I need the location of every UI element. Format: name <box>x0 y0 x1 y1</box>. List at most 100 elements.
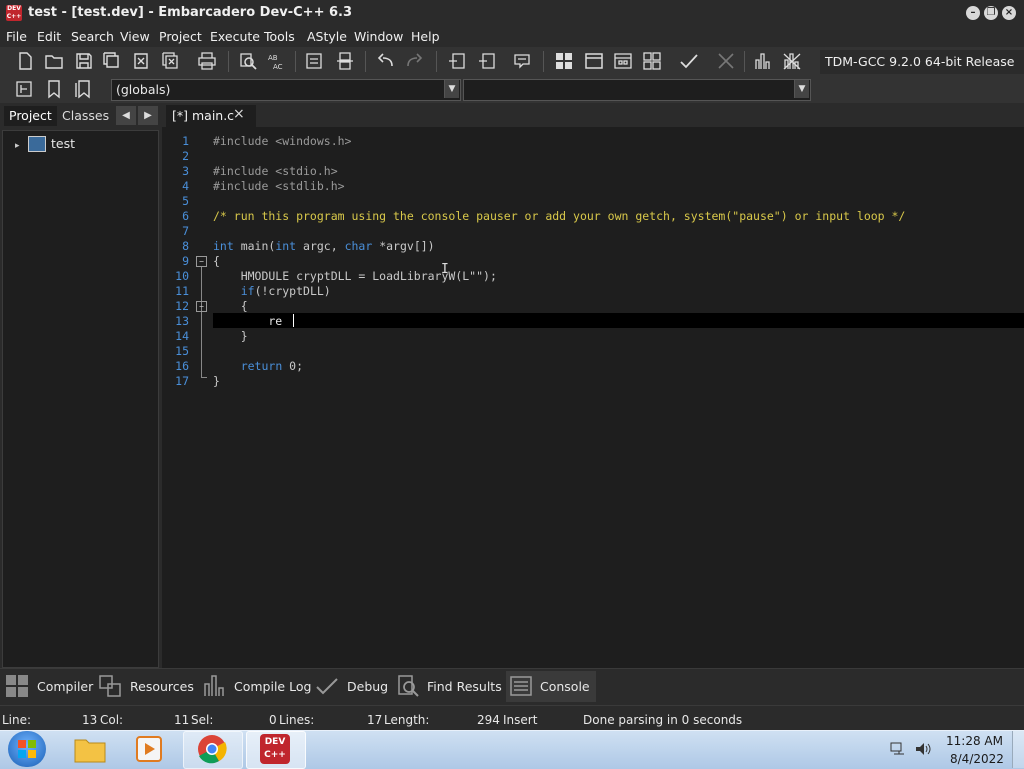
new-file-icon[interactable] <box>15 51 35 71</box>
profile-icon[interactable] <box>753 51 773 71</box>
close-all-icon[interactable] <box>160 51 180 71</box>
members-select[interactable] <box>463 79 811 101</box>
line-number: 9 <box>182 254 189 268</box>
code-line: } <box>213 374 220 388</box>
clock-date[interactable]: 8/4/2022 <box>950 752 1004 766</box>
tab-console[interactable]: Console <box>540 679 590 694</box>
remove-from-project-icon[interactable] <box>477 51 497 71</box>
menu-help[interactable]: Help <box>411 29 440 44</box>
goto-line-icon[interactable] <box>14 79 34 99</box>
code-line: #include <windows.h> <box>213 134 352 148</box>
project-options-icon[interactable] <box>512 51 532 71</box>
toolbar-separator <box>228 51 229 72</box>
line-number: 15 <box>175 344 189 358</box>
chevron-right-icon[interactable]: ▶ <box>138 106 158 125</box>
chevron-down-icon[interactable]: ▼ <box>444 80 459 98</box>
compiler-icon <box>6 675 28 697</box>
add-to-project-icon[interactable] <box>447 51 467 71</box>
save-icon[interactable] <box>74 51 94 71</box>
code-line: { <box>213 299 248 313</box>
tab-compiler[interactable]: Compiler <box>37 679 93 694</box>
window-title: test - [test.dev] - Embarcadero Dev-C++ … <box>28 5 353 20</box>
delete-profile-icon[interactable] <box>782 51 802 71</box>
syntax-check-icon[interactable] <box>679 51 699 71</box>
menu-window[interactable]: Window <box>354 29 403 44</box>
clock-time[interactable]: 11:28 AM <box>946 734 1003 748</box>
unindent-icon[interactable] <box>335 51 355 71</box>
console-icon <box>510 676 532 696</box>
replace-icon[interactable]: AB AC <box>266 51 286 71</box>
tree-expand-icon[interactable]: ▸ <box>15 141 20 151</box>
code-line: } <box>213 329 248 343</box>
indent-icon[interactable] <box>304 51 324 71</box>
undo-icon[interactable] <box>376 51 396 71</box>
code-line: return 0; <box>240 359 304 373</box>
print-icon[interactable] <box>197 51 217 71</box>
tab-debug[interactable]: Debug <box>347 679 388 694</box>
save-all-icon[interactable] <box>102 51 122 71</box>
tab-compile-log[interactable]: Compile Log <box>234 679 311 694</box>
code-line: #include <stdlib.h> <box>213 179 345 193</box>
fold-toggle-icon[interactable]: − <box>196 301 207 312</box>
status-col-value: 11 <box>174 713 190 727</box>
open-folder-icon[interactable] <box>44 51 64 71</box>
tab-find-results[interactable]: Find Results <box>427 679 502 694</box>
network-icon[interactable] <box>890 741 906 757</box>
menu-bar: File Edit Search View Project Execute To… <box>0 26 1024 47</box>
status-mode: Insert <box>503 713 538 727</box>
code-line-current: re <box>213 314 283 328</box>
find-results-icon <box>398 675 419 697</box>
menu-astyle[interactable]: AStyle <box>307 29 347 44</box>
line-number: 12 <box>175 299 189 313</box>
restore-button[interactable]: ❐ <box>984 6 998 20</box>
line-number: 14 <box>175 329 189 343</box>
redo-icon[interactable] <box>404 51 424 71</box>
status-sel-label: Sel: <box>191 713 214 727</box>
line-number: 2 <box>182 149 189 163</box>
tab-project[interactable]: Project <box>4 106 57 126</box>
close-button[interactable]: × <box>1002 6 1016 20</box>
stop-execution-icon[interactable] <box>716 51 736 71</box>
status-message: Done parsing in 0 seconds <box>583 713 743 727</box>
svg-text:AB: AB <box>268 54 278 62</box>
line-number: 1 <box>182 134 189 148</box>
menu-execute[interactable]: Execute <box>210 29 260 44</box>
tab-classes[interactable]: Classes <box>57 106 114 126</box>
menu-view[interactable]: View <box>120 29 150 44</box>
code-line: HMODULE cryptDLL = LoadLibraryW(L""); <box>213 269 497 283</box>
menu-tools[interactable]: Tools <box>264 29 295 44</box>
toolbar-separator <box>295 51 296 72</box>
menu-project[interactable]: Project <box>159 29 202 44</box>
bookmark-icon[interactable] <box>44 79 64 99</box>
line-number: 16 <box>175 359 189 373</box>
compile-icon[interactable] <box>554 51 574 71</box>
minimize-button[interactable]: – <box>966 6 980 20</box>
tab-resources[interactable]: Resources <box>130 679 194 694</box>
media-player-icon <box>136 736 162 762</box>
run-icon[interactable] <box>584 51 604 71</box>
toolbar-separator <box>543 51 544 72</box>
status-lines-value: 17 <box>367 713 383 727</box>
close-tab-icon[interactable]: × <box>233 106 245 122</box>
menu-edit[interactable]: Edit <box>37 29 61 44</box>
goto-bookmark-icon[interactable] <box>73 79 93 99</box>
code-line: int main(int argc, char *argv[]) <box>213 239 435 253</box>
status-length-value: 294 <box>477 713 500 727</box>
menu-file[interactable]: File <box>6 29 27 44</box>
chevron-down-icon[interactable]: ▼ <box>794 80 809 98</box>
fold-end <box>201 377 207 378</box>
chrome-icon <box>198 735 227 764</box>
project-icon <box>28 136 46 152</box>
current-line-highlight <box>213 313 1024 328</box>
find-icon[interactable] <box>238 51 258 71</box>
menu-search[interactable]: Search <box>71 29 114 44</box>
show-desktop-button[interactable] <box>1012 731 1024 768</box>
tree-item-test[interactable]: test <box>51 136 75 151</box>
debug-check-icon <box>316 678 338 695</box>
compile-run-icon[interactable] <box>613 51 633 71</box>
rebuild-all-icon[interactable] <box>642 51 662 71</box>
close-file-icon[interactable] <box>131 51 151 71</box>
fold-toggle-icon[interactable]: − <box>196 256 207 267</box>
chevron-left-icon[interactable]: ◀ <box>116 106 136 125</box>
volume-icon[interactable] <box>914 741 932 757</box>
